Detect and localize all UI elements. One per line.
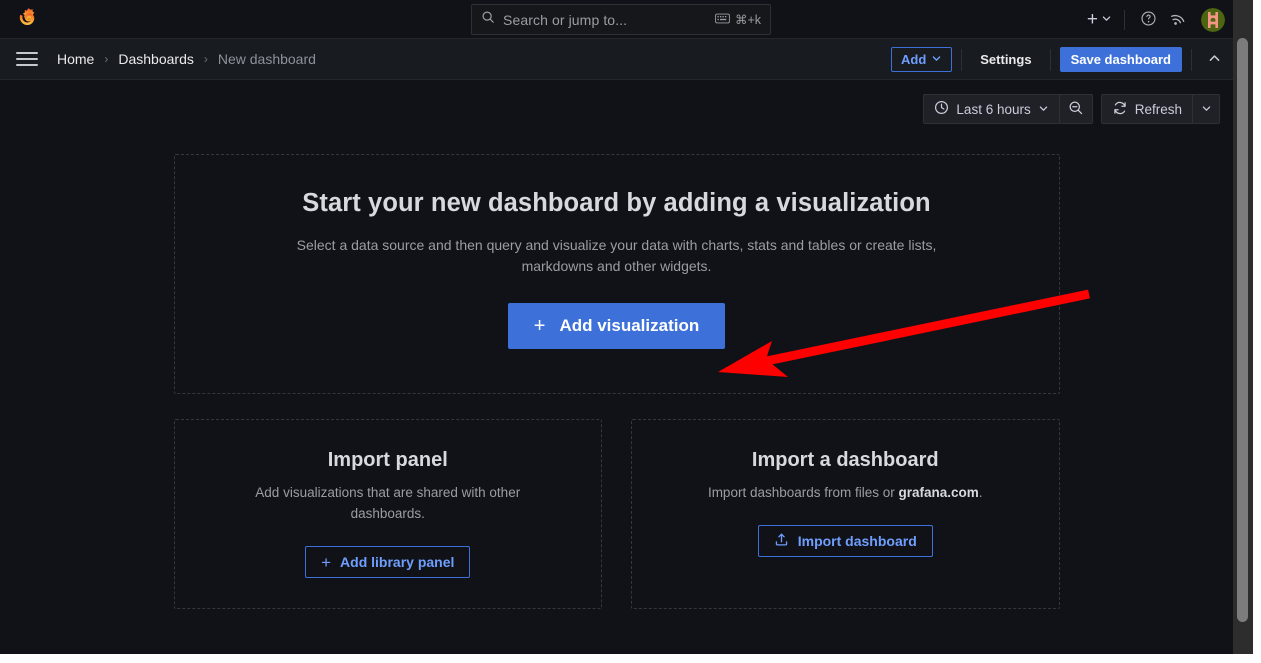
import-dashboard-card: Import a dashboard Import dashboards fro… xyxy=(631,419,1060,609)
import-panel-description: Add visualizations that are shared with … xyxy=(255,485,521,521)
breadcrumb: Home › Dashboards › New dashboard xyxy=(56,51,317,67)
divider xyxy=(1191,48,1192,71)
refresh-button[interactable]: Refresh xyxy=(1102,95,1192,123)
dashboard-toolbar: Add Settings Save dashboard xyxy=(890,39,1227,80)
import-dashboard-title: Import a dashboard xyxy=(751,449,939,471)
time-controls: Last 6 hours Refresh xyxy=(8,80,1225,124)
chevron-down-icon xyxy=(931,52,942,67)
import-dashboard-description-text: Import dashboards from files or xyxy=(707,485,899,500)
add-visualization-button[interactable]: + Add visualization xyxy=(507,303,726,349)
plus-icon: + xyxy=(1086,9,1098,30)
search-shortcut-hint: ⌘+k xyxy=(715,12,761,27)
refresh-group: Refresh xyxy=(1100,94,1220,124)
divider xyxy=(961,48,963,71)
upload-icon xyxy=(774,532,789,550)
global-search[interactable]: Search or jump to... ⌘+k xyxy=(471,4,771,35)
refresh-interval-picker[interactable] xyxy=(1193,95,1219,123)
grafana-app-viewport: Search or jump to... ⌘+k + Home › Dashbo… xyxy=(0,0,1233,654)
refresh-icon xyxy=(1112,100,1128,119)
import-panel-title: Import panel xyxy=(327,449,448,471)
hamburger-menu-icon[interactable] xyxy=(16,47,40,71)
breadcrumb-bar: Home › Dashboards › New dashboard Add Se… xyxy=(0,39,1233,80)
settings-button[interactable]: Settings xyxy=(971,47,1040,72)
add-visualization-panel: Start your new dashboard by adding a vis… xyxy=(173,154,1060,394)
breadcrumb-separator: › xyxy=(104,52,109,66)
zoom-out-icon xyxy=(1068,100,1084,119)
chevron-up-icon xyxy=(1207,51,1222,69)
window-edge-bottom xyxy=(0,654,1261,663)
help-button[interactable] xyxy=(1133,5,1163,35)
import-dashboard-description-tail: . xyxy=(978,485,983,500)
add-library-panel-label: Add library panel xyxy=(340,554,455,570)
user-avatar[interactable] xyxy=(1201,7,1225,32)
scrollbar-thumb[interactable] xyxy=(1237,38,1248,622)
grafana-logo-icon xyxy=(17,7,40,31)
grafana-com-link[interactable]: grafana.com xyxy=(899,485,979,500)
new-item-button[interactable]: + xyxy=(1083,5,1116,35)
clock-icon xyxy=(934,100,949,118)
import-options-row: Import panel Add visualizations that are… xyxy=(173,419,1060,609)
help-circle-icon xyxy=(1140,10,1157,30)
chevron-down-icon xyxy=(1101,12,1112,27)
save-dashboard-button[interactable]: Save dashboard xyxy=(1059,47,1182,72)
import-dashboard-label: Import dashboard xyxy=(797,533,917,549)
breadcrumb-item-dashboards[interactable]: Dashboards xyxy=(117,51,195,67)
time-range-picker[interactable]: Last 6 hours xyxy=(924,95,1058,123)
plus-icon: + xyxy=(321,552,332,572)
refresh-label: Refresh xyxy=(1134,101,1182,117)
top-navigation-actions: + xyxy=(1083,0,1225,39)
add-panel-label: Add xyxy=(900,52,927,67)
import-dashboard-description: Import dashboards from files or grafana.… xyxy=(708,482,983,503)
grafana-home-link[interactable] xyxy=(0,0,56,39)
divider xyxy=(1049,48,1051,71)
time-range-label: Last 6 hours xyxy=(956,101,1031,117)
collapse-toolbar-button[interactable] xyxy=(1201,47,1227,73)
news-button[interactable] xyxy=(1163,5,1193,35)
divider xyxy=(1124,9,1125,30)
search-icon xyxy=(481,10,495,29)
import-panel-card: Import panel Add visualizations that are… xyxy=(173,419,602,609)
window-edge-right xyxy=(1253,0,1261,663)
search-shortcut-text: ⌘+k xyxy=(734,13,761,27)
chevron-down-icon xyxy=(1201,102,1212,117)
dashboard-canvas: Last 6 hours Refresh Start your new dash… xyxy=(0,80,1233,654)
search-input[interactable]: Search or jump to... ⌘+k xyxy=(471,4,771,35)
keyboard-icon xyxy=(715,13,730,27)
search-placeholder: Search or jump to... xyxy=(503,11,628,28)
plus-icon: + xyxy=(533,315,546,337)
page-scrollbar[interactable] xyxy=(1233,0,1253,654)
add-library-panel-button[interactable]: + Add library panel xyxy=(305,546,471,578)
zoom-out-time-button[interactable] xyxy=(1060,95,1092,123)
breadcrumb-separator: › xyxy=(203,52,208,66)
dashboard-empty-state: Start your new dashboard by adding a vis… xyxy=(173,124,1060,609)
breadcrumb-item-home[interactable]: Home xyxy=(56,51,95,67)
page-title: Start your new dashboard by adding a vis… xyxy=(302,189,931,217)
chevron-down-icon xyxy=(1038,102,1049,117)
add-visualization-label: Add visualization xyxy=(559,316,700,335)
import-dashboard-button[interactable]: Import dashboard xyxy=(757,525,933,557)
browser-window: Search or jump to... ⌘+k + Home › Dashbo… xyxy=(0,0,1261,663)
add-panel-button[interactable]: Add xyxy=(890,47,953,72)
time-range-group: Last 6 hours xyxy=(923,94,1093,124)
breadcrumb-item-new-dashboard: New dashboard xyxy=(217,51,316,67)
page-description: Select a data source and then query and … xyxy=(296,237,937,274)
top-navigation-bar: Search or jump to... ⌘+k + xyxy=(0,0,1233,39)
rss-news-icon xyxy=(1169,9,1187,30)
